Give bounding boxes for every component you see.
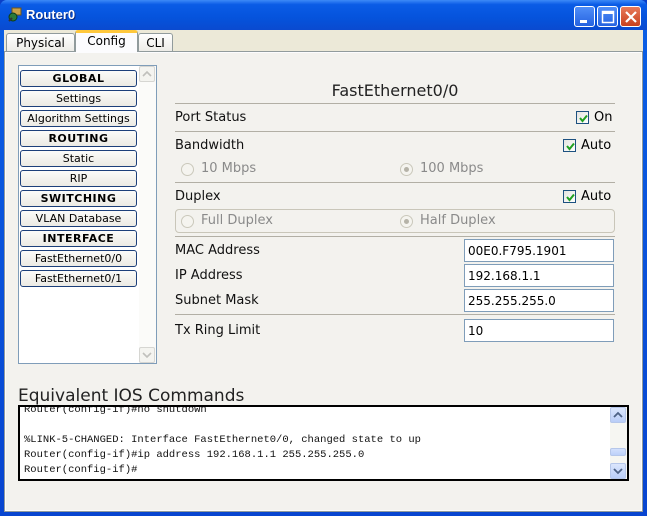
chevron-down-icon [613, 468, 623, 475]
ios-line: Router(config-if)#no shutdown [24, 405, 207, 416]
radio-10mbps[interactable] [181, 163, 194, 176]
checkmark-icon [579, 114, 588, 123]
divider [175, 103, 615, 104]
port-status-checkbox[interactable] [576, 111, 589, 124]
title-bar[interactable]: Router0 [0, 0, 647, 30]
sidebar-item-rip[interactable]: RIP [20, 170, 137, 187]
radio-100mbps-label: 100 Mbps [420, 161, 484, 176]
config-sidebar: GLOBAL Settings Algorithm Settings ROUTI… [18, 65, 157, 364]
tab-physical[interactable]: Physical [6, 33, 75, 52]
sidebar-header-switching[interactable]: SWITCHING [20, 190, 137, 207]
divider [175, 236, 615, 237]
checkmark-icon [566, 142, 575, 151]
ip-address-field[interactable]: 192.168.1.1 [464, 264, 614, 287]
interface-title: FastEthernet0/0 [331, 81, 459, 100]
console-scroll-down-button[interactable] [610, 463, 626, 479]
sidebar-scrollbar[interactable] [139, 66, 156, 363]
console-scrollbar[interactable] [610, 407, 627, 479]
sidebar-item-fastethernet0-0[interactable]: FastEthernet0/0 [20, 250, 137, 267]
window-title: Router0 [26, 7, 76, 22]
port-status-label: Port Status [175, 110, 247, 125]
ip-address-label: IP Address [175, 268, 243, 283]
interface-form: FastEthernet0/0 Port Status On Bandwidth… [175, 53, 615, 373]
scroll-up-button[interactable] [139, 66, 155, 82]
checkmark-icon [566, 193, 575, 202]
scroll-down-button[interactable] [139, 347, 155, 363]
ios-commands-console[interactable]: Router(config-if)#no shutdown %LINK-5-CH… [18, 405, 629, 481]
router-window: Router0 Physical Config CLI GLOBAL Setti… [0, 0, 647, 516]
sidebar-item-static[interactable]: Static [20, 150, 137, 167]
sidebar-header-routing[interactable]: ROUTING [20, 130, 137, 147]
chevron-up-icon [142, 70, 152, 77]
maximize-icon [601, 10, 615, 24]
duplex-auto-checkbox[interactable] [563, 190, 576, 203]
close-button[interactable] [620, 6, 641, 27]
sidebar-item-settings[interactable]: Settings [20, 90, 137, 107]
mac-address-label: MAC Address [175, 243, 260, 258]
tab-config[interactable]: Config [75, 30, 138, 52]
console-scroll-up-button[interactable] [610, 407, 626, 423]
ios-line: Router(config-if)#ip address 192.168.1.1… [24, 449, 365, 461]
ios-line: Router(config-if)# [24, 464, 138, 476]
tab-cli[interactable]: CLI [138, 33, 173, 52]
divider [175, 182, 615, 183]
window-client: Physical Config CLI GLOBAL Settings Algo… [4, 30, 643, 512]
radio-half-duplex[interactable] [400, 215, 413, 228]
console-scroll-thumb[interactable] [610, 448, 626, 456]
subnet-mask-field[interactable]: 255.255.255.0 [464, 289, 614, 312]
port-status-on-label: On [594, 110, 613, 125]
radio-full-duplex[interactable] [181, 215, 194, 228]
radio-half-duplex-label: Half Duplex [420, 213, 496, 228]
sidebar-item-vlan-database[interactable]: VLAN Database [20, 210, 137, 227]
bandwidth-label: Bandwidth [175, 138, 245, 153]
subnet-mask-label: Subnet Mask [175, 293, 259, 308]
bandwidth-auto-checkbox[interactable] [563, 139, 576, 152]
tx-ring-limit-field[interactable]: 10 [464, 319, 614, 342]
minimize-icon [580, 20, 587, 23]
ios-commands-text: Router(config-if)#no shutdown %LINK-5-CH… [24, 405, 421, 478]
sidebar-item-fastethernet0-1[interactable]: FastEthernet0/1 [20, 270, 137, 287]
sidebar-header-interface[interactable]: INTERFACE [20, 230, 137, 247]
close-icon [625, 11, 637, 23]
chevron-up-icon [613, 411, 623, 418]
config-panel: GLOBAL Settings Algorithm Settings ROUTI… [4, 51, 643, 512]
chevron-down-icon [142, 352, 152, 359]
divider [175, 314, 615, 315]
tab-bar: Physical Config CLI [4, 30, 643, 52]
radio-full-duplex-label: Full Duplex [201, 213, 273, 228]
ios-line: %LINK-5-CHANGED: Interface FastEthernet0… [24, 434, 421, 446]
mac-address-field[interactable]: 00E0.F795.1901 [464, 239, 614, 262]
minimize-button[interactable] [574, 6, 595, 27]
duplex-auto-label: Auto [581, 189, 612, 204]
tx-ring-limit-label: Tx Ring Limit [175, 323, 261, 338]
duplex-label: Duplex [175, 189, 221, 204]
divider [175, 131, 615, 132]
radio-100mbps[interactable] [400, 163, 413, 176]
router-app-icon [7, 7, 23, 23]
radio-10mbps-label: 10 Mbps [201, 161, 257, 176]
sidebar-item-algorithm-settings[interactable]: Algorithm Settings [20, 110, 137, 127]
bandwidth-auto-label: Auto [581, 138, 612, 153]
ios-commands-title: Equivalent IOS Commands [18, 386, 245, 406]
maximize-button[interactable] [597, 6, 618, 27]
sidebar-header-global[interactable]: GLOBAL [20, 70, 137, 87]
